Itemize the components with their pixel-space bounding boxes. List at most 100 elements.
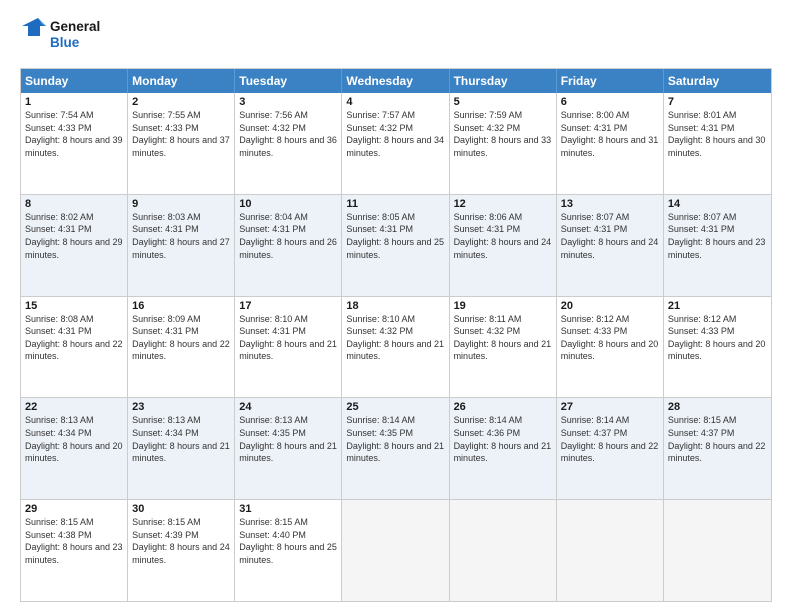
day-cell: 5 Sunrise: 7:59 AM Sunset: 4:32 PM Dayli… (450, 93, 557, 194)
day-number: 3 (239, 96, 337, 108)
day-info: Sunrise: 8:01 AM Sunset: 4:31 PM Dayligh… (668, 109, 767, 159)
header-monday: Monday (128, 69, 235, 93)
day-info: Sunrise: 7:59 AM Sunset: 4:32 PM Dayligh… (454, 109, 552, 159)
day-number: 8 (25, 198, 123, 210)
day-cell: 10 Sunrise: 8:04 AM Sunset: 4:31 PM Dayl… (235, 195, 342, 296)
day-info: Sunrise: 8:14 AM Sunset: 4:36 PM Dayligh… (454, 414, 552, 464)
header-saturday: Saturday (664, 69, 771, 93)
day-info: Sunrise: 8:02 AM Sunset: 4:31 PM Dayligh… (25, 211, 123, 261)
day-info: Sunrise: 7:57 AM Sunset: 4:32 PM Dayligh… (346, 109, 444, 159)
day-info: Sunrise: 8:14 AM Sunset: 4:37 PM Dayligh… (561, 414, 659, 464)
day-cell: 15 Sunrise: 8:08 AM Sunset: 4:31 PM Dayl… (21, 297, 128, 398)
day-info: Sunrise: 8:15 AM Sunset: 4:40 PM Dayligh… (239, 516, 337, 566)
day-cell: 30 Sunrise: 8:15 AM Sunset: 4:39 PM Dayl… (128, 500, 235, 601)
day-number: 17 (239, 300, 337, 312)
day-number: 5 (454, 96, 552, 108)
day-info: Sunrise: 8:03 AM Sunset: 4:31 PM Dayligh… (132, 211, 230, 261)
day-info: Sunrise: 8:15 AM Sunset: 4:39 PM Dayligh… (132, 516, 230, 566)
day-info: Sunrise: 8:07 AM Sunset: 4:31 PM Dayligh… (561, 211, 659, 261)
day-cell: 7 Sunrise: 8:01 AM Sunset: 4:31 PM Dayli… (664, 93, 771, 194)
day-info: Sunrise: 8:13 AM Sunset: 4:35 PM Dayligh… (239, 414, 337, 464)
day-number: 28 (668, 401, 767, 413)
day-cell: 24 Sunrise: 8:13 AM Sunset: 4:35 PM Dayl… (235, 398, 342, 499)
day-info: Sunrise: 8:00 AM Sunset: 4:31 PM Dayligh… (561, 109, 659, 159)
day-info: Sunrise: 8:10 AM Sunset: 4:31 PM Dayligh… (239, 313, 337, 363)
day-info: Sunrise: 8:05 AM Sunset: 4:31 PM Dayligh… (346, 211, 444, 261)
header-tuesday: Tuesday (235, 69, 342, 93)
day-number: 9 (132, 198, 230, 210)
day-number: 26 (454, 401, 552, 413)
header-sunday: Sunday (21, 69, 128, 93)
day-cell: 14 Sunrise: 8:07 AM Sunset: 4:31 PM Dayl… (664, 195, 771, 296)
day-number: 29 (25, 503, 123, 515)
day-cell: 6 Sunrise: 8:00 AM Sunset: 4:31 PM Dayli… (557, 93, 664, 194)
day-cell: 20 Sunrise: 8:12 AM Sunset: 4:33 PM Dayl… (557, 297, 664, 398)
day-info: Sunrise: 7:56 AM Sunset: 4:32 PM Dayligh… (239, 109, 337, 159)
day-cell: 18 Sunrise: 8:10 AM Sunset: 4:32 PM Dayl… (342, 297, 449, 398)
page: General Blue Sunday Monday Tuesday Wedne… (0, 0, 792, 612)
day-number: 10 (239, 198, 337, 210)
day-number: 7 (668, 96, 767, 108)
day-number: 14 (668, 198, 767, 210)
day-info: Sunrise: 8:09 AM Sunset: 4:31 PM Dayligh… (132, 313, 230, 363)
day-number: 19 (454, 300, 552, 312)
logo-text-block: General Blue (20, 16, 115, 58)
day-cell: 4 Sunrise: 7:57 AM Sunset: 4:32 PM Dayli… (342, 93, 449, 194)
day-cell: 22 Sunrise: 8:13 AM Sunset: 4:34 PM Dayl… (21, 398, 128, 499)
empty-cell (342, 500, 449, 601)
calendar-header: Sunday Monday Tuesday Wednesday Thursday… (21, 69, 771, 93)
day-cell: 21 Sunrise: 8:12 AM Sunset: 4:33 PM Dayl… (664, 297, 771, 398)
calendar-body: 1 Sunrise: 7:54 AM Sunset: 4:33 PM Dayli… (21, 93, 771, 601)
svg-text:Blue: Blue (50, 35, 80, 50)
day-cell: 11 Sunrise: 8:05 AM Sunset: 4:31 PM Dayl… (342, 195, 449, 296)
day-number: 22 (25, 401, 123, 413)
day-number: 4 (346, 96, 444, 108)
day-cell: 1 Sunrise: 7:54 AM Sunset: 4:33 PM Dayli… (21, 93, 128, 194)
day-number: 21 (668, 300, 767, 312)
day-number: 2 (132, 96, 230, 108)
day-info: Sunrise: 8:07 AM Sunset: 4:31 PM Dayligh… (668, 211, 767, 261)
calendar-row: 1 Sunrise: 7:54 AM Sunset: 4:33 PM Dayli… (21, 93, 771, 194)
day-cell: 31 Sunrise: 8:15 AM Sunset: 4:40 PM Dayl… (235, 500, 342, 601)
day-cell: 23 Sunrise: 8:13 AM Sunset: 4:34 PM Dayl… (128, 398, 235, 499)
day-info: Sunrise: 8:15 AM Sunset: 4:38 PM Dayligh… (25, 516, 123, 566)
day-cell: 12 Sunrise: 8:06 AM Sunset: 4:31 PM Dayl… (450, 195, 557, 296)
day-info: Sunrise: 8:04 AM Sunset: 4:31 PM Dayligh… (239, 211, 337, 261)
day-cell: 29 Sunrise: 8:15 AM Sunset: 4:38 PM Dayl… (21, 500, 128, 601)
day-info: Sunrise: 8:10 AM Sunset: 4:32 PM Dayligh… (346, 313, 444, 363)
day-number: 25 (346, 401, 444, 413)
day-cell: 19 Sunrise: 8:11 AM Sunset: 4:32 PM Dayl… (450, 297, 557, 398)
empty-cell (664, 500, 771, 601)
day-number: 6 (561, 96, 659, 108)
day-cell: 27 Sunrise: 8:14 AM Sunset: 4:37 PM Dayl… (557, 398, 664, 499)
day-info: Sunrise: 8:12 AM Sunset: 4:33 PM Dayligh… (561, 313, 659, 363)
day-cell: 28 Sunrise: 8:15 AM Sunset: 4:37 PM Dayl… (664, 398, 771, 499)
day-cell: 17 Sunrise: 8:10 AM Sunset: 4:31 PM Dayl… (235, 297, 342, 398)
day-number: 27 (561, 401, 659, 413)
day-cell: 26 Sunrise: 8:14 AM Sunset: 4:36 PM Dayl… (450, 398, 557, 499)
day-number: 24 (239, 401, 337, 413)
day-info: Sunrise: 8:08 AM Sunset: 4:31 PM Dayligh… (25, 313, 123, 363)
day-info: Sunrise: 7:55 AM Sunset: 4:33 PM Dayligh… (132, 109, 230, 159)
day-cell: 13 Sunrise: 8:07 AM Sunset: 4:31 PM Dayl… (557, 195, 664, 296)
day-info: Sunrise: 8:14 AM Sunset: 4:35 PM Dayligh… (346, 414, 444, 464)
svg-text:General: General (50, 19, 100, 34)
header-friday: Friday (557, 69, 664, 93)
empty-cell (450, 500, 557, 601)
day-cell: 25 Sunrise: 8:14 AM Sunset: 4:35 PM Dayl… (342, 398, 449, 499)
calendar-row: 8 Sunrise: 8:02 AM Sunset: 4:31 PM Dayli… (21, 194, 771, 296)
header-wednesday: Wednesday (342, 69, 449, 93)
calendar-row: 15 Sunrise: 8:08 AM Sunset: 4:31 PM Dayl… (21, 296, 771, 398)
day-info: Sunrise: 8:12 AM Sunset: 4:33 PM Dayligh… (668, 313, 767, 363)
day-cell: 2 Sunrise: 7:55 AM Sunset: 4:33 PM Dayli… (128, 93, 235, 194)
day-number: 15 (25, 300, 123, 312)
day-info: Sunrise: 8:06 AM Sunset: 4:31 PM Dayligh… (454, 211, 552, 261)
calendar: Sunday Monday Tuesday Wednesday Thursday… (20, 68, 772, 602)
day-number: 30 (132, 503, 230, 515)
day-number: 12 (454, 198, 552, 210)
day-info: Sunrise: 8:13 AM Sunset: 4:34 PM Dayligh… (25, 414, 123, 464)
day-number: 31 (239, 503, 337, 515)
header: General Blue (20, 16, 772, 58)
day-info: Sunrise: 7:54 AM Sunset: 4:33 PM Dayligh… (25, 109, 123, 159)
day-info: Sunrise: 8:15 AM Sunset: 4:37 PM Dayligh… (668, 414, 767, 464)
